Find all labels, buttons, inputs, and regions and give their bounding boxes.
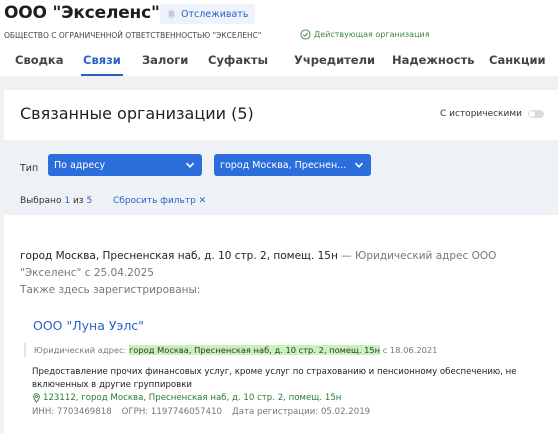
- historical-toggle[interactable]: [527, 110, 544, 118]
- group-address: город Москва, Пресненская наб, д. 10 стр…: [20, 250, 338, 262]
- legal-address-since: с 18.06.2021: [380, 345, 438, 355]
- related-orgs-card: Связанные организации (5) С историческим…: [4, 90, 558, 433]
- tab-bar: Сводка Связи Залоги Суфакты Учредители Н…: [0, 44, 558, 76]
- type-label: Тип: [20, 163, 39, 174]
- selected-total: 5: [86, 196, 93, 206]
- related-org-link[interactable]: ООО "Луна Уэлс": [33, 318, 144, 333]
- address-group: город Москва, Пресненская наб, д. 10 стр…: [20, 248, 540, 299]
- inn-text: ИНН: 7703469818: [32, 407, 112, 417]
- address-select-value: город Москва, Преснен...: [220, 159, 347, 171]
- reset-filter-link[interactable]: Сбросить фильтр ✕: [113, 196, 206, 206]
- selected-prefix: Выбрано: [20, 196, 62, 206]
- selected-count: Выбрано 1 из 5: [20, 196, 92, 206]
- check-circle-icon: [300, 29, 311, 40]
- tab-pledges[interactable]: Залоги: [142, 44, 188, 76]
- company-title: ООО "Экселенс": [4, 3, 160, 23]
- company-header: ООО "Экселенс" Отслеживать ОБЩЕСТВО С ОГ…: [0, 0, 558, 76]
- tab-founders[interactable]: Учредители: [294, 44, 375, 76]
- status-badge: Действующая организация: [300, 29, 430, 40]
- bell-icon: [167, 9, 176, 19]
- reg-date-text: Дата регистрации: 05.02.2019: [232, 407, 371, 417]
- type-select-value: По адресу: [54, 159, 106, 171]
- tab-sufacts[interactable]: Суфакты: [208, 44, 268, 76]
- ogrn-text: ОГРН: 1197746057410: [121, 407, 223, 417]
- status-text: Действующая организация: [314, 30, 430, 39]
- location-text: 123112, город Москва, Пресненская наб, д…: [43, 393, 342, 403]
- section-title: Связанные организации (5): [20, 104, 254, 123]
- track-button[interactable]: Отслеживать: [160, 4, 256, 24]
- selected-of: из: [72, 196, 84, 206]
- legal-address-row: Юридический адрес: город Москва, Преснен…: [24, 343, 437, 357]
- tab-summary[interactable]: Сводка: [15, 44, 63, 76]
- chevron-down-icon: [354, 162, 364, 168]
- activity-description: Предоставление прочих финансовых услуг, …: [32, 367, 517, 390]
- historical-toggle-row: С историческими: [440, 109, 544, 119]
- tab-reliability[interactable]: Надежность: [392, 44, 475, 76]
- tab-sanctions[interactable]: Санкции: [489, 44, 546, 76]
- also-registered-label: Также здесь зарегистрированы:: [20, 284, 201, 296]
- location-row: 123112, город Москва, Пресненская наб, д…: [32, 393, 341, 403]
- legal-address-highlight: город Москва, Пресненская наб, д. 10 стр…: [128, 345, 381, 355]
- location-pin-icon: [33, 393, 40, 403]
- type-select[interactable]: По адресу: [48, 154, 202, 176]
- chevron-down-icon: [185, 162, 195, 168]
- company-full-name: ОБЩЕСТВО С ОГРАНИЧЕННОЙ ОТВЕТСТВЕННОСТЬЮ…: [4, 31, 262, 40]
- historical-label: С историческими: [440, 109, 522, 119]
- address-select[interactable]: город Москва, Преснен...: [214, 154, 371, 176]
- track-button-label: Отслеживать: [181, 8, 249, 20]
- org-meta-row: ИНН: 7703469818 ОГРН: 1197746057410 Дата р…: [32, 407, 370, 417]
- selected-number: 1: [64, 196, 71, 206]
- legal-address-label: Юридический адрес:: [34, 345, 129, 355]
- tab-links[interactable]: Связи: [81, 44, 123, 76]
